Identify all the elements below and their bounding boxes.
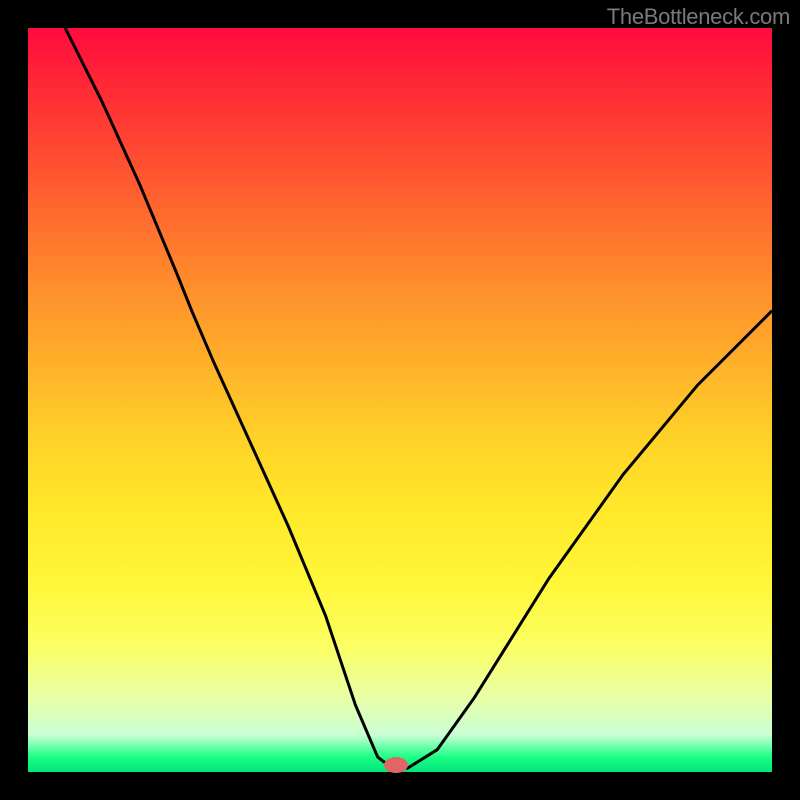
bottleneck-curve (28, 28, 772, 772)
chart-container: TheBottleneck.com (0, 0, 800, 800)
plot-area (28, 28, 772, 772)
optimal-point-marker (384, 757, 408, 773)
watermark-text: TheBottleneck.com (607, 4, 790, 30)
